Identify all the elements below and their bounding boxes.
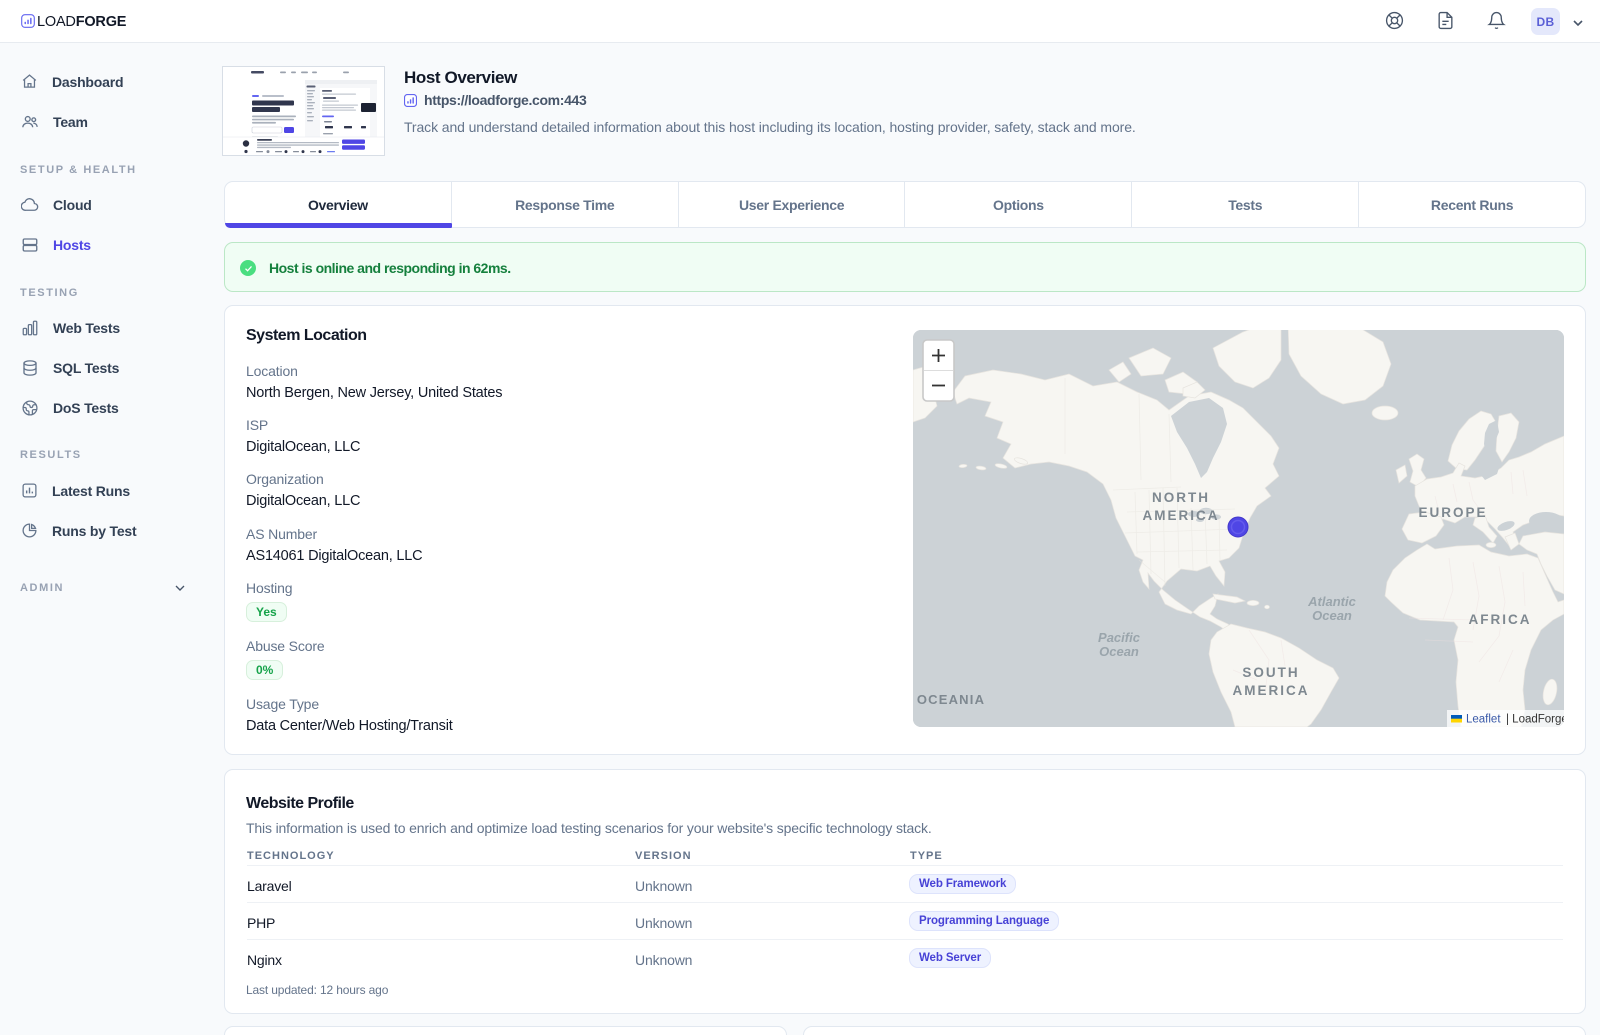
svg-text:NORTH: NORTH: [1152, 490, 1210, 505]
svg-text:EUROPE: EUROPE: [1418, 505, 1487, 520]
svg-text:OCEANIA: OCEANIA: [917, 692, 985, 707]
svg-text:AMERICA: AMERICA: [1143, 508, 1220, 523]
svg-text:SOUTH: SOUTH: [1242, 665, 1299, 680]
svg-text:Ocean: Ocean: [1312, 608, 1352, 623]
svg-text:Pacific: Pacific: [1098, 630, 1141, 645]
svg-text:AMERICA: AMERICA: [1233, 683, 1310, 698]
svg-text:Ocean: Ocean: [1099, 644, 1139, 659]
svg-text:Leaflet: Leaflet: [1466, 714, 1501, 726]
svg-text:| LoadForge: | LoadForge: [1506, 714, 1564, 726]
svg-text:Atlantic: Atlantic: [1307, 594, 1356, 609]
svg-text:AFRICA: AFRICA: [1469, 612, 1532, 627]
